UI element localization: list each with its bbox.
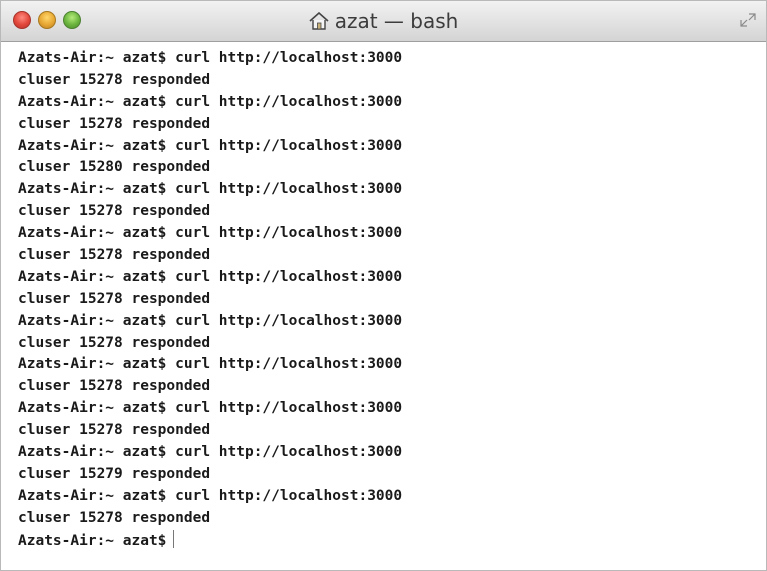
- command-line: Azats-Air:~ azat$ curl http://localhost:…: [18, 50, 403, 66]
- output-line: cluser 15278 responded: [18, 509, 211, 526]
- output-line: cluser 15278 responded: [18, 115, 211, 132]
- output-line: cluser 15278 responded: [18, 203, 211, 220]
- command-line: Azats-Air:~ azat$ curl http://localhost:…: [18, 137, 403, 154]
- output-line: cluser 15278 responded: [18, 290, 211, 307]
- prompt-line[interactable]: Azats-Air:~ azat$: [18, 529, 758, 552]
- text-cursor: [173, 529, 175, 548]
- command-line: Azats-Air:~ azat$ curl http://localhost:…: [18, 225, 403, 242]
- home-icon: [309, 12, 329, 30]
- output-line: cluser 15278 responded: [18, 378, 211, 395]
- output-line: cluser 15278 responded: [18, 247, 211, 264]
- terminal-output[interactable]: Azats-Air:~ azat$ curl http://localhost:…: [18, 48, 758, 568]
- command-line: Azats-Air:~ azat$ curl http://localhost:…: [18, 268, 403, 285]
- window-title: azat — bash: [1, 9, 766, 33]
- command-line: Azats-Air:~ azat$ curl http://localhost:…: [18, 444, 403, 461]
- command-line: Azats-Air:~ azat$ curl http://localhost:…: [18, 400, 403, 417]
- window-title-text: azat — bash: [334, 9, 459, 33]
- fullscreen-icon[interactable]: [740, 13, 756, 27]
- output-line: cluser 15278 responded: [18, 71, 211, 88]
- command-line: Azats-Air:~ azat$ curl http://localhost:…: [18, 312, 403, 329]
- command-line: Azats-Air:~ azat$ curl http://localhost:…: [18, 356, 403, 373]
- command-line: Azats-Air:~ azat$ curl http://localhost:…: [18, 93, 403, 110]
- command-line: Azats-Air:~ azat$ curl http://localhost:…: [18, 181, 403, 198]
- output-line: cluser 15278 responded: [18, 334, 211, 351]
- title-bar[interactable]: azat — bash: [1, 1, 766, 42]
- output-line: cluser 15279 responded: [18, 465, 211, 482]
- command-line: Azats-Air:~ azat$ curl http://localhost:…: [18, 487, 403, 504]
- output-line: cluser 15278 responded: [18, 422, 211, 439]
- output-line: cluser 15280 responded: [18, 159, 211, 176]
- terminal-window: azat — bash Azats-Air:~ azat$ curl http:…: [0, 0, 767, 571]
- prompt: Azats-Air:~ azat$: [18, 532, 167, 549]
